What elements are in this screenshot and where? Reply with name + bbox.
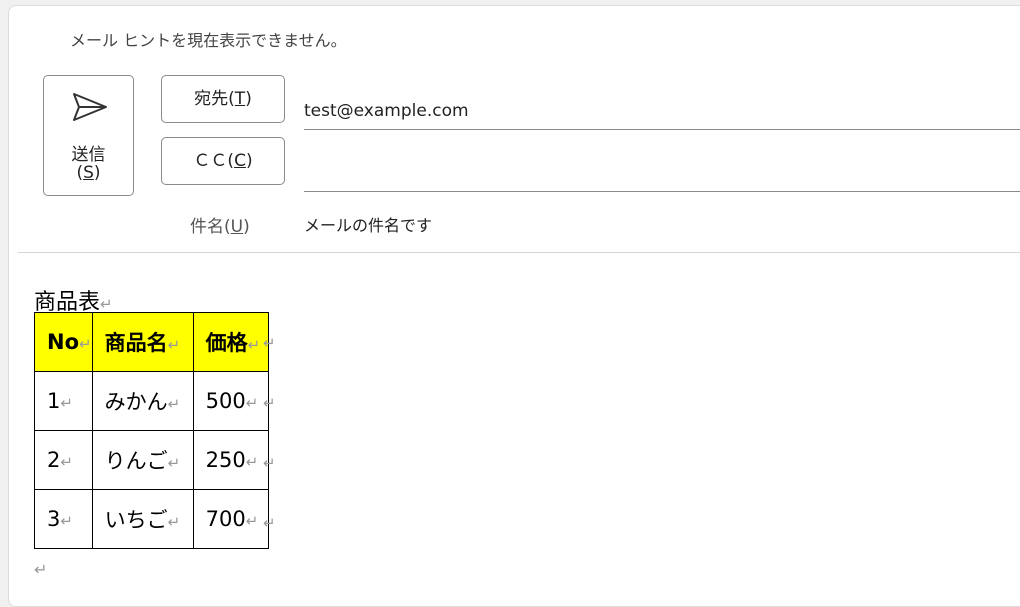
- table-cell[interactable]: りんご↵: [91, 430, 194, 490]
- table-header-cell[interactable]: 商品名↵: [91, 312, 194, 372]
- paragraph-mark: ↵: [263, 334, 276, 352]
- paragraph-mark: ↵: [100, 295, 113, 313]
- table-row: 3↵ いちご↵ 700↵: [34, 489, 269, 549]
- paragraph-mark: ↵: [263, 454, 276, 472]
- table-header-cell[interactable]: No↵: [34, 312, 93, 372]
- paragraph-mark: ↵: [263, 394, 276, 412]
- table-cell[interactable]: 2↵: [34, 430, 93, 490]
- cc-button[interactable]: ＣＣ(C): [161, 137, 285, 185]
- table-cell[interactable]: 3↵: [34, 489, 93, 549]
- subject-label: 件名(U): [190, 217, 250, 237]
- subject-field[interactable]: メールの件名です: [304, 212, 432, 236]
- cc-field[interactable]: [304, 150, 1020, 192]
- send-icon: [73, 93, 107, 121]
- table-cell[interactable]: いちご↵: [91, 489, 194, 549]
- table-row: 1↵ みかん↵ 500↵: [34, 371, 269, 431]
- send-button-label: 送信: [71, 145, 106, 165]
- table-cell[interactable]: 700↵: [192, 489, 269, 549]
- table-cell[interactable]: 1↵: [34, 371, 93, 431]
- table-row: 2↵ りんご↵ 250↵: [34, 430, 269, 490]
- table-header-row: No↵ 商品名↵ 価格↵: [34, 312, 269, 372]
- paragraph-mark: ↵: [263, 514, 276, 532]
- to-field[interactable]: test@example.com: [304, 88, 1020, 130]
- mail-hint-text: メール ヒントを現在表示できません。: [70, 31, 347, 50]
- table-cell[interactable]: みかん↵: [91, 371, 194, 431]
- table-cell[interactable]: 500↵: [192, 371, 269, 431]
- send-button[interactable]: 送信 (S): [43, 75, 134, 196]
- table-cell[interactable]: 250↵: [192, 430, 269, 490]
- send-button-shortcut: (S): [76, 163, 101, 183]
- header-divider: [18, 252, 1020, 253]
- paragraph-mark: ↵: [34, 560, 48, 579]
- table-header-cell[interactable]: 価格↵: [192, 312, 269, 372]
- product-table[interactable]: No↵ 商品名↵ 価格↵ 1↵ みかん↵ 500↵ 2↵ りんご↵ 250↵ 3…: [34, 312, 269, 549]
- to-button[interactable]: 宛先(T): [161, 75, 285, 123]
